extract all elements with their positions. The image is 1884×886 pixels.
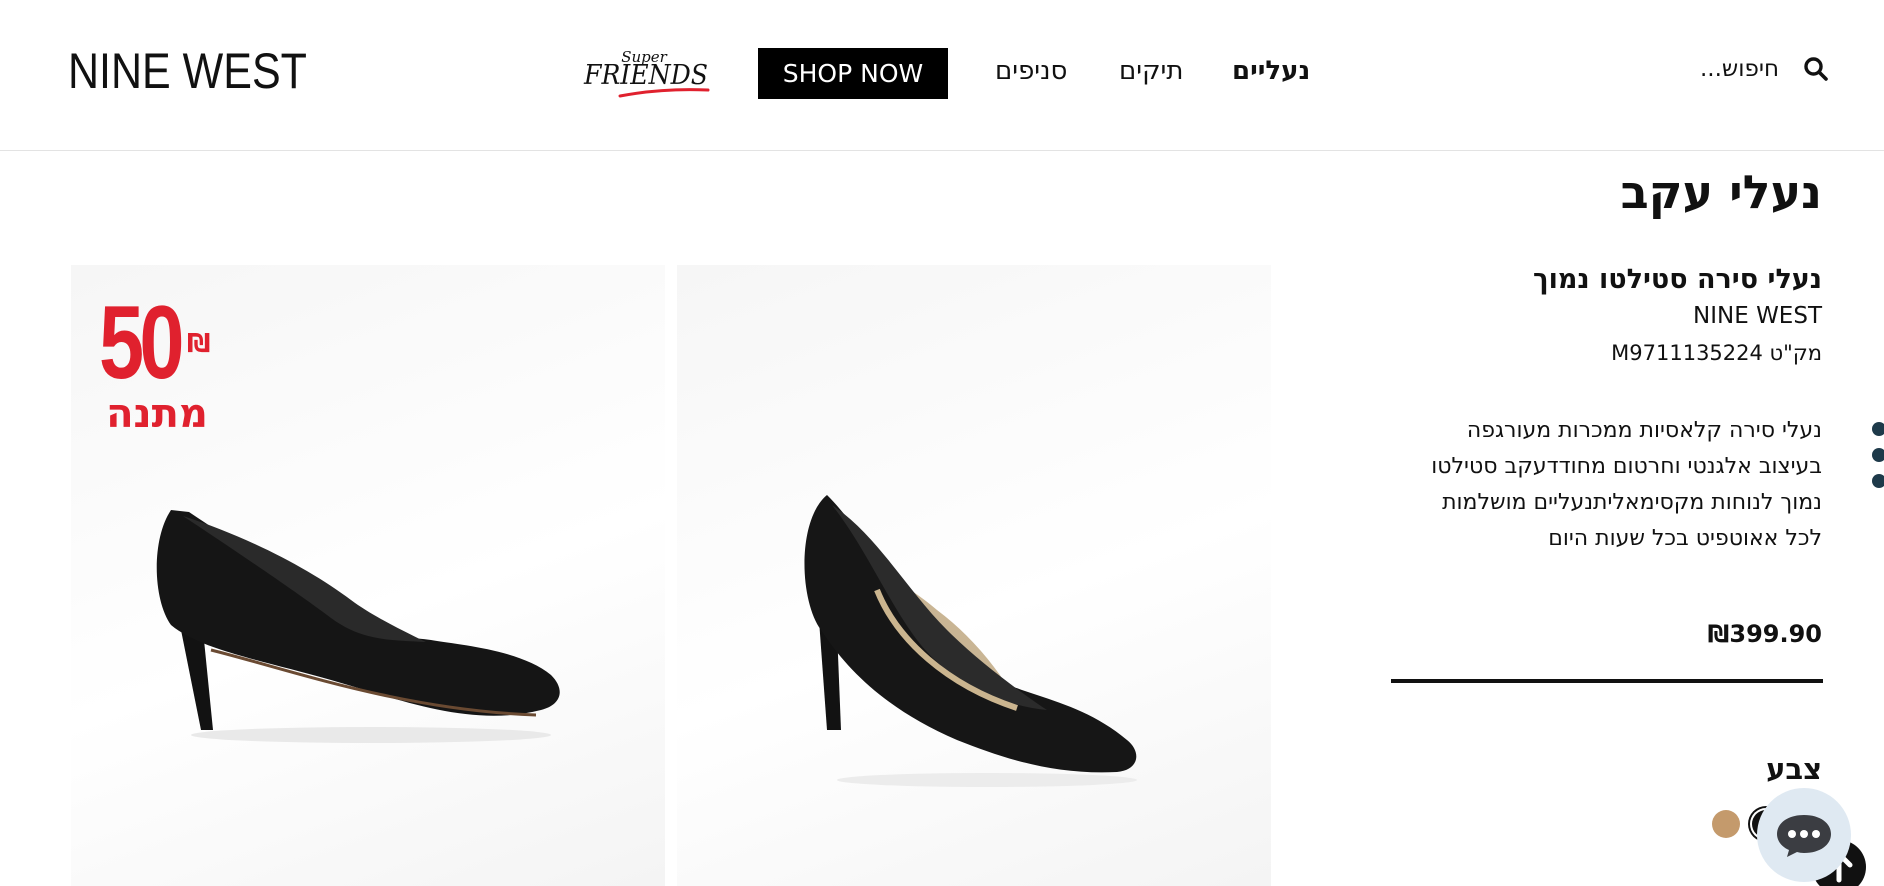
product-sku: מק"ט M9711135224 bbox=[1611, 341, 1822, 365]
side-nav-dot[interactable] bbox=[1872, 448, 1884, 462]
price-divider bbox=[1391, 679, 1823, 683]
search-box[interactable]: חיפוש... bbox=[1700, 56, 1829, 82]
shop-now-button[interactable]: SHOP NOW bbox=[758, 48, 948, 99]
nav-item-bags[interactable]: תיקים bbox=[1119, 56, 1183, 86]
category-title: נעלי עקב bbox=[1620, 165, 1822, 219]
description-line: נעלי סירה קלאסיות ממכרות מעורגפה bbox=[1466, 418, 1822, 443]
nav-item-stores[interactable]: סניפים bbox=[995, 56, 1067, 86]
description-line: בעיצוב אלגנטי וחרטום מחודדעקב סטילטו bbox=[1431, 454, 1822, 479]
chat-button[interactable] bbox=[1757, 788, 1851, 882]
chat-icon bbox=[1777, 815, 1831, 857]
search-icon[interactable] bbox=[1803, 56, 1829, 82]
description-line: נמוך לנוחות מקסימאליתנעליים מושלמות bbox=[1442, 490, 1822, 515]
description-line: לכל אאוטפיט בכל שעות היום bbox=[1548, 526, 1822, 551]
side-nav-dot[interactable] bbox=[1872, 474, 1884, 488]
super-friends-main-text: FRIENDS bbox=[583, 60, 708, 91]
product-image-front[interactable] bbox=[677, 265, 1271, 886]
product-brand: NINE WEST bbox=[1693, 303, 1822, 329]
search-input[interactable]: חיפוש... bbox=[1700, 56, 1779, 82]
product-name: נעלי סירה סטילטו נמוך bbox=[1532, 264, 1822, 295]
shoe-side-image bbox=[156, 510, 560, 743]
shoe-front-image bbox=[804, 495, 1137, 787]
product-price: ₪399.90 bbox=[1707, 620, 1822, 648]
side-nav-dot[interactable] bbox=[1872, 422, 1884, 436]
badge-text: מתנה bbox=[106, 391, 208, 437]
color-swatch-tan[interactable] bbox=[1712, 810, 1740, 838]
brand-logo[interactable]: NINE WEST bbox=[68, 42, 307, 100]
badge-number: 50 bbox=[99, 285, 185, 401]
product-description: נעלי סירה קלאסיות ממכרות מעורגפה בעיצוב … bbox=[1392, 413, 1822, 557]
super-friends-logo[interactable]: Super FRIENDS bbox=[582, 44, 710, 100]
site-header: NINE WEST Super FRIENDS SHOP NOW סניפים … bbox=[0, 0, 1884, 151]
nav-item-shoes[interactable]: נעליים bbox=[1232, 56, 1310, 86]
color-label: צבע bbox=[1766, 752, 1822, 786]
badge-currency: ₪ bbox=[187, 329, 211, 359]
gift-badge: 50 ₪ מתנה bbox=[99, 285, 219, 439]
product-image-side[interactable]: 50 ₪ מתנה bbox=[71, 265, 665, 886]
